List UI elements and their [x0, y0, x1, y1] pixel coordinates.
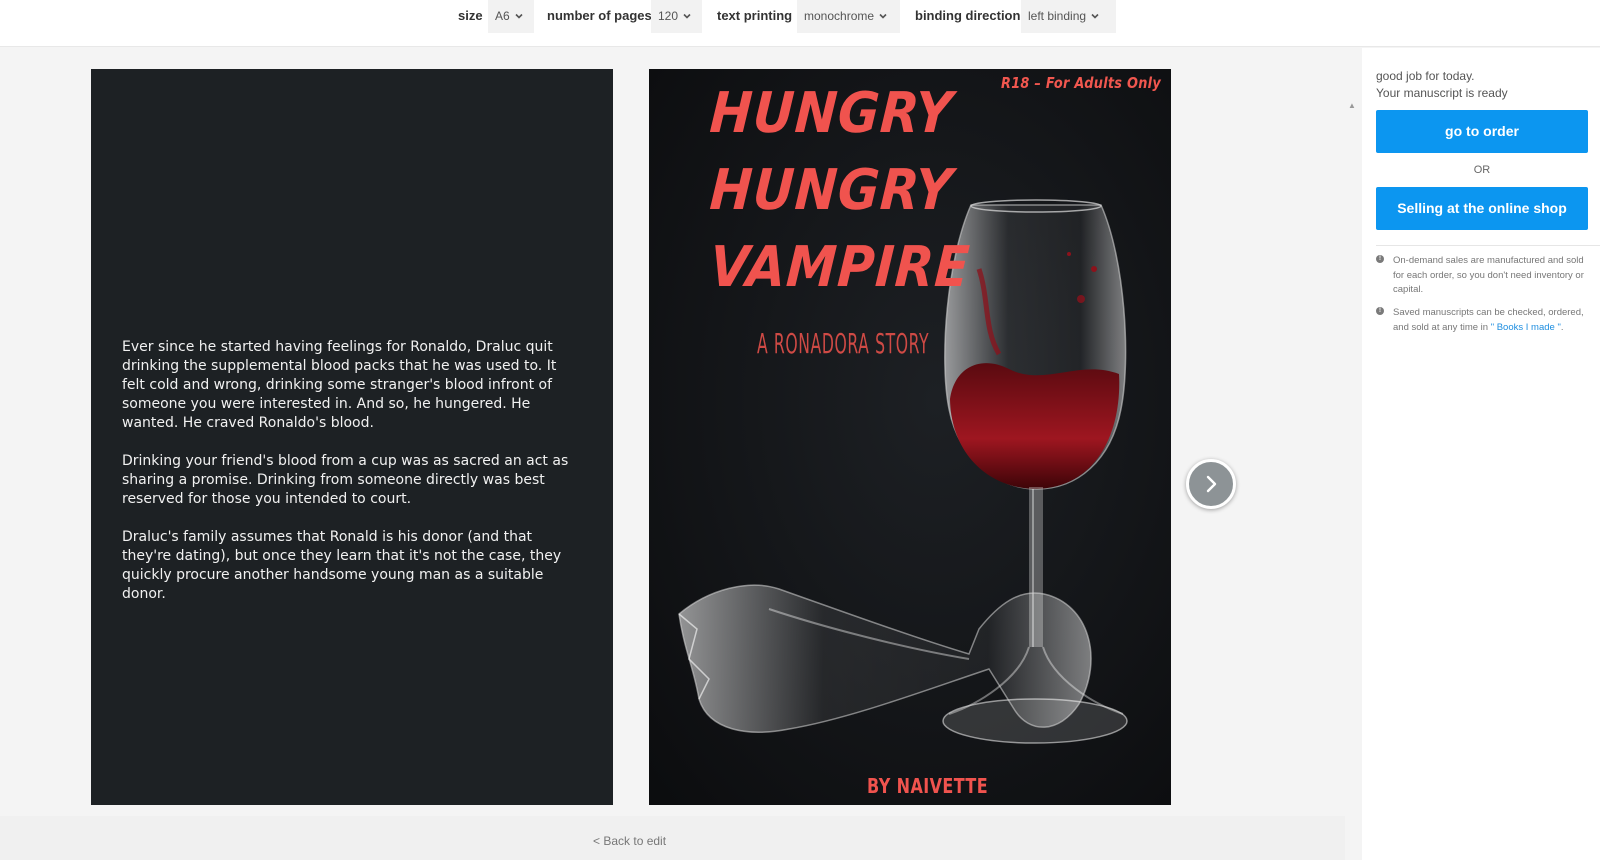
size-value: A6	[495, 9, 510, 23]
rating-label: R18 – For Adults Only	[1001, 74, 1162, 92]
cover-title-line: HUNGRY	[708, 81, 955, 146]
next-page-button[interactable]	[1186, 459, 1236, 509]
note-suffix: .	[1560, 321, 1564, 333]
back-bar	[0, 816, 1345, 860]
info-icon: !	[1376, 307, 1384, 315]
back-to-edit-link[interactable]: < Back to edit	[593, 834, 666, 848]
back-cover-page: Ever since he started having feelings fo…	[91, 69, 613, 805]
divider	[1376, 245, 1600, 246]
caret-up-icon[interactable]: ▲	[1348, 101, 1356, 110]
blurb-paragraph: Draluc's family assumes that Ronald is h…	[122, 529, 562, 602]
blurb-paragraph: Ever since he started having feelings fo…	[122, 339, 557, 431]
saved-manuscripts-note: ! Saved manuscripts can be checked, orde…	[1376, 306, 1591, 335]
size-label: size	[458, 8, 483, 23]
cover-subtitle: A RONADORA STORY	[757, 327, 930, 360]
book-preview-area: Ever since he started having feelings fo…	[0, 48, 1356, 860]
cover-text-layer: R18 – For Adults Only HUNGRY HUNGRY VAMP…	[649, 69, 1171, 805]
binding-direction-select[interactable]: left binding	[1021, 0, 1116, 33]
order-sidebar: good job for today. Your manuscript is r…	[1362, 48, 1600, 860]
text-printing-label: text printing	[717, 8, 793, 23]
note-text: On-demand sales are manufactured and sol…	[1393, 255, 1584, 295]
back-cover-blurb: Ever since he started having feelings fo…	[122, 338, 572, 623]
blurb-paragraph: Drinking your friend's blood from a cup …	[122, 453, 569, 507]
on-demand-note: ! On-demand sales are manufactured and s…	[1376, 254, 1591, 298]
pages-value: 120	[658, 9, 679, 23]
cover-author: BY NAIVETTE	[867, 774, 989, 798]
front-cover-page: R18 – For Adults Only HUNGRY HUNGRY VAMP…	[649, 69, 1171, 805]
chevron-down-icon	[879, 13, 887, 19]
chevron-right-icon	[1206, 475, 1217, 493]
go-to-order-button[interactable]: go to order	[1376, 110, 1588, 153]
or-separator: OR	[1473, 164, 1491, 176]
text-printing-value: monochrome	[804, 9, 875, 23]
binding-direction-value: left binding	[1028, 9, 1087, 23]
pages-select[interactable]: 120	[651, 0, 702, 33]
binding-direction-label: binding direction	[915, 8, 1021, 23]
text-printing-select[interactable]: monochrome	[797, 0, 900, 33]
chevron-down-icon	[683, 13, 691, 19]
cover-title-line: VAMPIRE	[708, 235, 973, 300]
size-select[interactable]: A6	[488, 0, 534, 33]
cover-title-line: HUNGRY	[708, 158, 955, 223]
chevron-down-icon	[515, 13, 523, 19]
pages-label: number of pages	[547, 8, 652, 23]
books-i-made-link[interactable]: " Books I made "	[1491, 322, 1561, 333]
sell-online-shop-button[interactable]: Selling at the online shop	[1376, 187, 1588, 230]
print-options-toolbar: size A6 number of pages 120 text printin…	[0, 0, 1600, 47]
status-message-line: good job for today.	[1376, 69, 1475, 83]
status-message-line: Your manuscript is ready	[1376, 86, 1508, 100]
note-text: Saved manuscripts can be checked, ordere…	[1393, 306, 1591, 335]
info-icon: !	[1376, 255, 1384, 263]
chevron-down-icon	[1091, 13, 1099, 19]
status-message: good job for today. Your manuscript is r…	[1376, 68, 1508, 102]
